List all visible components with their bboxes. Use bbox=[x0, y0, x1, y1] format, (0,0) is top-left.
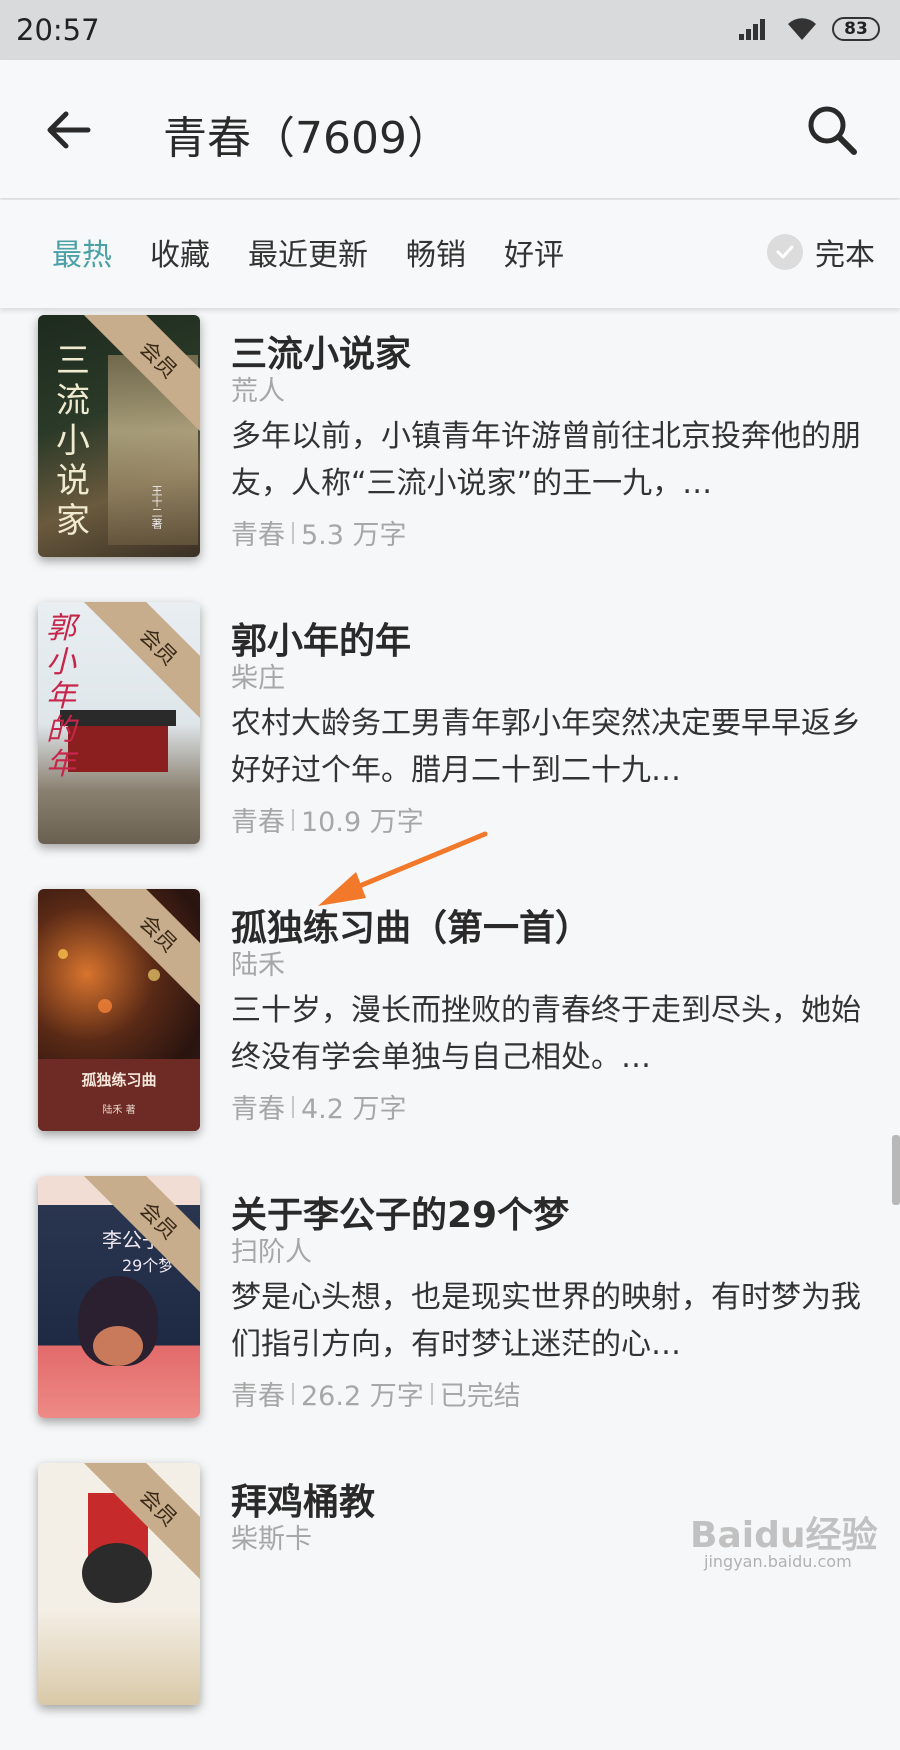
book-meta: 青春 5.3 万字 bbox=[231, 513, 407, 552]
status-icons: 83 bbox=[738, 16, 880, 42]
watermark-url: jingyan.baidu.com bbox=[704, 1552, 852, 1571]
book-author: 扫阶人 bbox=[231, 1237, 312, 1268]
book-cover: 郭小年的年 会员 bbox=[38, 602, 200, 844]
meta-divider bbox=[430, 1382, 433, 1405]
book-genre: 青春 bbox=[231, 807, 285, 838]
cover-author: 王十二著 bbox=[150, 485, 163, 529]
wifi-icon bbox=[788, 18, 816, 40]
member-badge: 会员 bbox=[83, 889, 200, 1009]
meta-divider bbox=[292, 521, 294, 544]
cover-title: 孤独练习曲 bbox=[81, 1071, 157, 1089]
book-cover: 孤独练习曲 陆禾 著 会员 bbox=[38, 889, 200, 1131]
book-item[interactable]: 郭小年的年 会员 郭小年的年 柴庄 农村大龄务工男青年郭小年突然决定要早早返乡好… bbox=[0, 602, 900, 889]
meta-divider bbox=[292, 1095, 294, 1118]
book-author: 陆禾 bbox=[231, 950, 285, 981]
book-author: 荒人 bbox=[231, 376, 285, 407]
book-description: 三十岁，漫长而挫败的青春终于走到尽头，她始终没有学会单独与自己相处。… bbox=[231, 993, 861, 1075]
tab-bestselling[interactable]: 畅销 bbox=[406, 230, 466, 274]
cover-title: 三流小说家 bbox=[56, 341, 90, 541]
tab-recently-updated[interactable]: 最近更新 bbox=[248, 230, 368, 274]
meta-divider bbox=[292, 1382, 294, 1405]
book-genre: 青春 bbox=[231, 520, 285, 551]
complete-filter-label: 完本 bbox=[815, 238, 875, 273]
book-status: 已完结 bbox=[439, 1381, 521, 1412]
book-word-count: 5.3 万字 bbox=[301, 520, 407, 551]
filter-bar: 最热 收藏 最近更新 畅销 好评 完本 bbox=[0, 200, 900, 308]
book-item[interactable]: 孤独练习曲 陆禾 著 会员 孤独练习曲（第一首） 陆禾 三十岁，漫长而挫败的青春… bbox=[0, 889, 900, 1176]
book-title: 孤独练习曲（第一首） bbox=[231, 908, 592, 949]
battery-level: 83 bbox=[844, 19, 868, 39]
book-author: 柴斯卡 bbox=[231, 1524, 312, 1555]
complete-filter-toggle[interactable]: 完本 bbox=[767, 230, 875, 274]
scrollbar-thumb[interactable] bbox=[892, 1135, 900, 1205]
app-bar: 青春（7609） bbox=[0, 60, 900, 198]
status-time: 20:57 bbox=[16, 13, 100, 47]
status-bar: 20:57 83 bbox=[0, 0, 900, 60]
book-description: 农村大龄务工男青年郭小年突然决定要早早返乡好好过个年。腊月二十到二十九… bbox=[231, 706, 861, 788]
book-word-count: 4.2 万字 bbox=[301, 1094, 407, 1125]
book-genre: 青春 bbox=[231, 1381, 285, 1412]
battery-indicator: 83 bbox=[832, 17, 880, 41]
book-description: 梦是心头想，也是现实世界的映射，有时梦为我们指引方向，有时梦让迷茫的心… bbox=[231, 1280, 861, 1362]
book-meta: 青春 4.2 万字 bbox=[231, 1087, 407, 1126]
back-button[interactable] bbox=[40, 102, 96, 158]
book-word-count: 10.9 万字 bbox=[301, 807, 424, 838]
check-circle-icon bbox=[767, 234, 803, 270]
book-item[interactable]: 李公子 29个梦 会员 关于李公子的29个梦 扫阶人 梦是心头想，也是现实世界的… bbox=[0, 1176, 900, 1463]
book-meta: 青春 26.2 万字 已完结 bbox=[231, 1374, 521, 1413]
search-button[interactable] bbox=[802, 100, 862, 160]
tab-top-rated[interactable]: 好评 bbox=[504, 230, 564, 274]
book-meta: 青春 10.9 万字 bbox=[231, 800, 424, 839]
tab-favorites[interactable]: 收藏 bbox=[150, 230, 210, 274]
search-icon bbox=[808, 106, 857, 155]
book-item[interactable]: 三流小说家 王十二著 会员 三流小说家 荒人 多年以前，小镇青年许游曾前往北京投… bbox=[0, 315, 900, 602]
back-arrow-icon bbox=[47, 111, 91, 149]
book-word-count: 26.2 万字 bbox=[301, 1381, 424, 1412]
sort-tabs: 最热 收藏 最近更新 畅销 好评 bbox=[52, 230, 602, 274]
book-genre: 青春 bbox=[231, 1094, 285, 1125]
book-author: 柴庄 bbox=[231, 663, 285, 694]
book-cover: 三流小说家 王十二著 会员 bbox=[38, 315, 200, 557]
meta-divider bbox=[292, 808, 294, 831]
member-badge: 会员 bbox=[83, 602, 200, 722]
watermark-logo: Baidu经验 bbox=[690, 1506, 877, 1558]
book-cover: 李公子 29个梦 会员 bbox=[38, 1176, 200, 1418]
cover-author: 陆禾 著 bbox=[102, 1105, 136, 1116]
page-title: 青春（7609） bbox=[163, 113, 451, 164]
tab-hottest[interactable]: 最热 bbox=[52, 230, 112, 274]
watermark-text: Baidu经验 bbox=[690, 1515, 878, 1556]
cover-title: 郭小年的年 bbox=[46, 611, 76, 782]
book-description: 多年以前，小镇青年许游曾前往北京投奔他的朋友，人称“三流小说家”的王一九，… bbox=[231, 419, 861, 501]
book-cover: 会员 bbox=[38, 1463, 200, 1705]
signal-icon bbox=[739, 19, 765, 40]
